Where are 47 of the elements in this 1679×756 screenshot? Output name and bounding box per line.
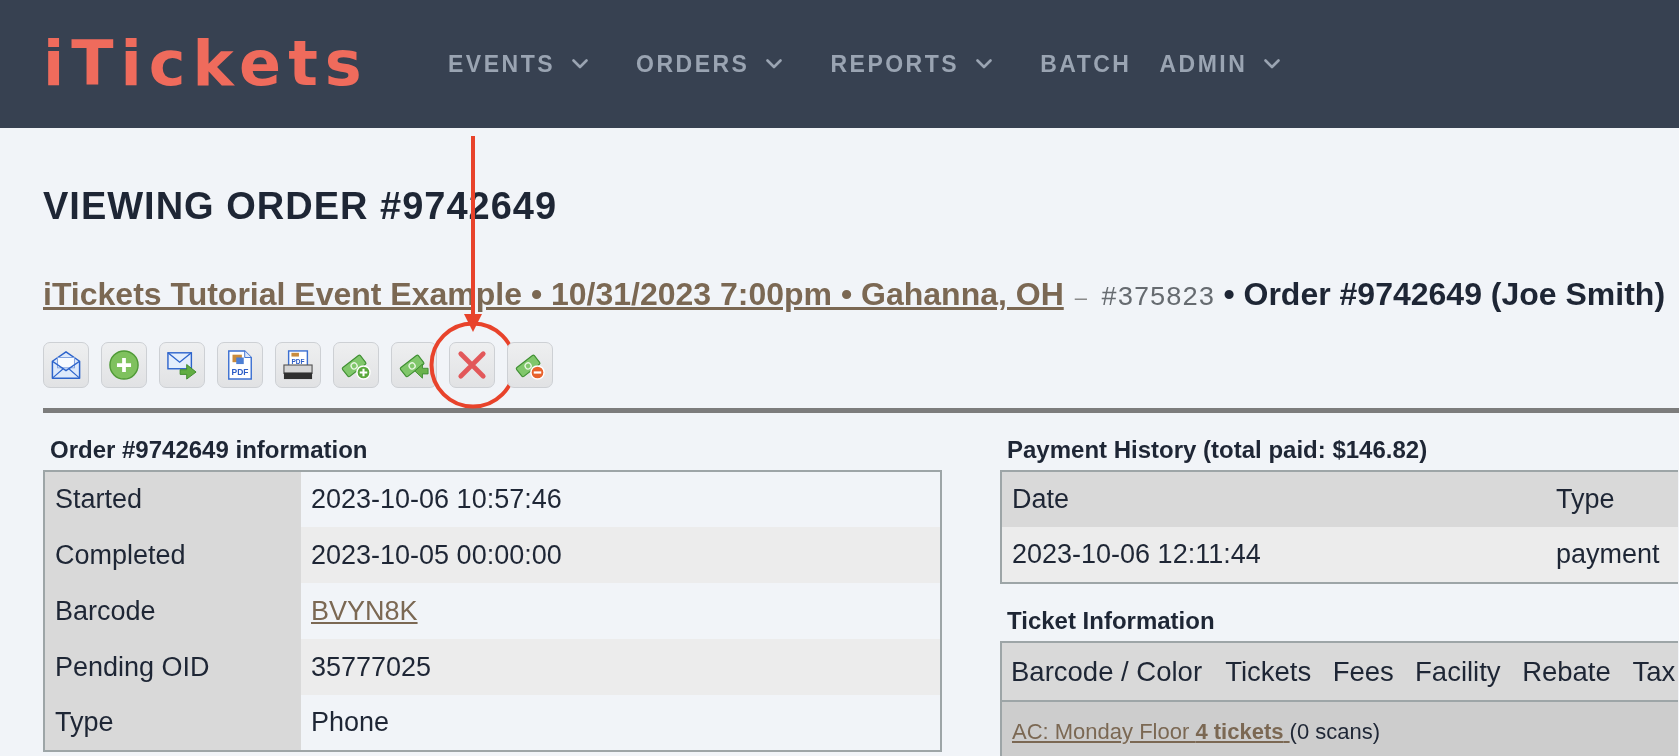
nav-menu-item[interactable]: EVENTS [424, 44, 613, 84]
envelope-arrow-icon [167, 350, 197, 380]
ticket-link[interactable]: AC: Monday Floor 4 tickets [1012, 719, 1290, 744]
value-cell: 2023-10-06 10:57:46 [301, 471, 941, 527]
nav-menu-item[interactable]: ORDERS [612, 44, 807, 84]
toolbar-button[interactable] [333, 342, 379, 388]
toolbar-button[interactable] [159, 342, 205, 388]
pdf-document-icon: PDF [225, 350, 255, 380]
nav-menu-item[interactable]: ADMIN [1135, 44, 1305, 84]
barcode-link[interactable]: BVYN8K [311, 595, 418, 626]
nav-menu-item[interactable]: BATCH [1016, 44, 1136, 84]
value-cell: 35777025 [301, 639, 941, 695]
column-header: Rebate [1512, 642, 1623, 701]
cross-icon [457, 350, 487, 380]
label-cell: Started [44, 471, 301, 527]
column-header: Type [1546, 471, 1678, 527]
event-id-text: #375823 [1101, 282, 1215, 315]
nav-menu-item[interactable]: REPORTS [806, 44, 1017, 84]
label-cell: Type [44, 695, 301, 751]
toolbar-button[interactable] [391, 342, 437, 388]
label-cell: Barcode [44, 583, 301, 639]
logo[interactable]: iTickets [43, 33, 369, 95]
label-cell: Pending OID [44, 639, 301, 695]
column-header: Fees [1322, 642, 1406, 701]
label-cell: Completed [44, 527, 301, 583]
value-cell: 2023-10-05 00:00:00 [301, 527, 941, 583]
envelope-open-icon [51, 350, 81, 380]
toolbar-button[interactable]: PDF [217, 342, 263, 388]
value-cell: Phone [301, 695, 941, 751]
scan-count-text: (0 scans) [1289, 719, 1381, 744]
toolbar-button[interactable] [101, 342, 147, 388]
toolbar-button[interactable] [43, 342, 89, 388]
toolbar-button[interactable] [507, 342, 553, 388]
toolbar-button[interactable] [449, 342, 495, 388]
table-cell: 2023-10-06 12:11:44 [1001, 527, 1546, 583]
column-header: Tickets [1215, 642, 1323, 701]
table-cell: payment [1546, 527, 1678, 583]
section-heading: Ticket Information [1007, 607, 1215, 635]
column-header: Date [1001, 471, 1546, 527]
plus-circle-icon [109, 350, 139, 380]
column-header: Barcode / Color [1001, 642, 1216, 701]
column-header: Tax [1622, 642, 1678, 701]
section-heading: Payment History (total paid: $146.82) [1007, 436, 1428, 464]
order-summary-text: • Order #9742649 (Joe Smith) [1223, 275, 1666, 313]
column-header: Facility [1405, 642, 1513, 701]
section-heading: Order #9742649 information [50, 436, 368, 464]
separator-text: – [1074, 284, 1087, 312]
